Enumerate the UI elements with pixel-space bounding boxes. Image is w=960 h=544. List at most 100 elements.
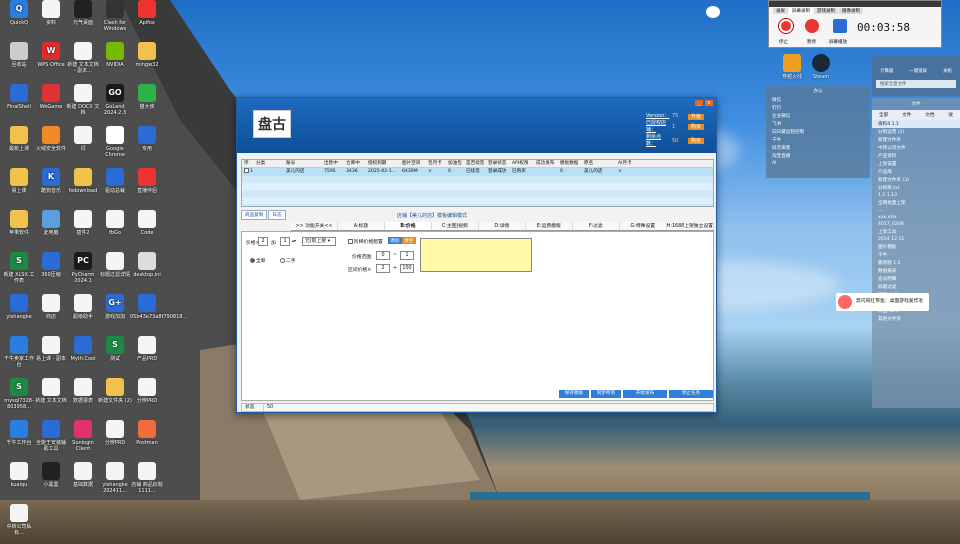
group-item[interactable]: 抖音来客	[766, 144, 870, 152]
desktop-icon[interactable]: 回收站	[2, 42, 36, 68]
recorder-tab[interactable]: 屏幕录制	[789, 8, 813, 14]
desktop-icon[interactable]: WeGame	[34, 84, 68, 110]
buy-points-button[interactable]: 购买	[687, 138, 704, 144]
desktop-icon[interactable]: 专用	[130, 126, 164, 152]
file-item[interactable]: 分销运营 (2)	[872, 128, 960, 136]
radio-used[interactable]: 二手	[280, 257, 296, 264]
desktop-icon[interactable]: 火绒安全软件	[34, 126, 68, 152]
price-ladder-list[interactable]	[420, 238, 532, 272]
column-header[interactable]: 加油包	[446, 160, 464, 167]
desktop-icon[interactable]: 词	[66, 126, 100, 152]
file-item[interactable]: 数据报表	[872, 267, 960, 275]
desktop-icon[interactable]: 元气桌面	[66, 0, 100, 26]
desktop-icon[interactable]: 新建文件夹 (2)	[98, 378, 132, 404]
column-header[interactable]: 图片空间	[400, 160, 426, 167]
file-item[interactable]: ...	[872, 207, 960, 214]
column-header[interactable]: 账号	[284, 160, 322, 167]
settings-tab[interactable]: G:特殊设置	[620, 222, 667, 230]
desktop-icon[interactable]: PC PyCharm 2024.1	[66, 252, 100, 284]
desktop-icon[interactable]: 标题过滤详情	[98, 252, 132, 278]
desktop-icon[interactable]: kuaiqu	[2, 462, 36, 488]
desktop-icon[interactable]: Clash for Windows	[98, 0, 132, 32]
stepper-icon[interactable]: ▴▾	[292, 238, 296, 243]
desktop-icon[interactable]: yishangke	[2, 294, 36, 320]
file-item[interactable]: 新建文件夹	[872, 136, 960, 144]
desktop-icon[interactable]: 小黑盒	[34, 462, 68, 488]
file-item[interactable]: 标题过滤	[872, 283, 960, 291]
desktop-icon[interactable]: Google Chrome	[98, 126, 132, 158]
desktop-icon[interactable]: 驱动总裁	[98, 168, 132, 194]
upgrade-button[interactable]: 升级	[687, 113, 704, 120]
screen-play-icon[interactable]	[833, 19, 847, 33]
desktop-icon[interactable]: G+ 游戏加加	[98, 294, 132, 320]
tab-doc[interactable]: 文档	[925, 112, 934, 118]
file-item[interactable]: 资料4.1.1	[872, 120, 960, 128]
file-item[interactable]: 新建文件夹 (3)	[872, 176, 960, 184]
column-header[interactable]: 分类	[254, 160, 284, 167]
range-to-input[interactable]: 1	[400, 251, 414, 260]
file-item[interactable]: 中转公司文件	[872, 144, 960, 152]
column-header[interactable]: 出售中	[322, 160, 344, 167]
desktop-icon[interactable]: Postman	[130, 420, 164, 446]
add-button[interactable]: 添加	[388, 237, 402, 244]
desktop-icon[interactable]: 中转公司私有...	[2, 504, 36, 536]
settings-tab[interactable]: F:过滤	[573, 222, 620, 230]
desktop-icon[interactable]: 商店	[34, 294, 68, 320]
file-item[interactable]: 产品资料	[872, 152, 960, 160]
group-item[interactable]: 微信	[766, 96, 870, 104]
desktop-icon[interactable]: GO GoLand 2024.2.3	[98, 84, 132, 116]
group-item[interactable]: 向日葵远程控制	[766, 128, 870, 136]
settings-tab[interactable]: H:1688上架独立设置	[667, 222, 714, 230]
buy-shops-button[interactable]: 购买	[687, 124, 704, 130]
table-row[interactable]: 1 美儿的店 7595 3436 2025-02-1... 6439M × 0 已续签 登录成功已…	[242, 168, 713, 176]
recorder-tab[interactable]: 录屏	[773, 8, 788, 14]
column-header[interactable]: 登录状态	[486, 160, 510, 167]
desktop-icon[interactable]: 资料	[34, 0, 68, 26]
column-header[interactable]: 仓库中	[344, 160, 366, 167]
desktop-icon[interactable]: Myth.Cool	[66, 336, 100, 362]
desktop-icon[interactable]: mingw32	[130, 42, 164, 68]
desktop-icon[interactable]: 产品PRD	[130, 336, 164, 362]
file-item[interactable]: 其他文件夹	[872, 315, 960, 323]
group-item[interactable]: 飞书	[766, 120, 870, 128]
desktop-icon[interactable]: yishangke 202411...	[98, 462, 132, 494]
file-item[interactable]: 最新版 1.5	[872, 259, 960, 267]
desktop-icon[interactable]: 新建 文本文档 - 副本...	[66, 42, 100, 74]
desktop-icon[interactable]: NVIDIA	[98, 42, 132, 68]
desktop-icon[interactable]: 05b43e73a8f790818...	[130, 294, 187, 320]
desktop-icon[interactable]: 分辨PRD	[130, 378, 164, 404]
desktop-icon[interactable]: 猫大侠	[130, 84, 164, 110]
column-header[interactable]: 模板数据	[558, 160, 582, 167]
settings-tab[interactable]: C:主图|视频	[432, 222, 479, 230]
group-item[interactable]: 钉钉	[766, 104, 870, 112]
file-item[interactable]: 上架设置	[872, 160, 960, 168]
file-item[interactable]: 上架工具	[872, 228, 960, 236]
column-header[interactable]: 原名	[582, 160, 616, 167]
desktop-icon[interactable]: W WPS Office	[34, 42, 68, 68]
group-item[interactable]: 企业微信	[766, 112, 870, 120]
save-template-button[interactable]: 保存模板	[559, 390, 589, 398]
desktop-icon[interactable]: desktop.ini	[130, 252, 164, 278]
pause-icon[interactable]	[805, 19, 819, 33]
desktop-icon[interactable]: 千牛工作台	[2, 420, 36, 446]
tool-item[interactable]: 关机	[943, 68, 952, 74]
settings-tab[interactable]: A:标题	[338, 222, 385, 230]
start-publish-button[interactable]: 开始发布	[623, 390, 667, 398]
file-item[interactable]: 全网批量上架	[872, 199, 960, 207]
file-item[interactable]: 会员明细	[872, 275, 960, 283]
desktop-icon[interactable]: FinalShell	[2, 84, 36, 110]
settings-tab[interactable]: B:价格	[384, 222, 432, 230]
file-item[interactable]: 千牛	[872, 251, 960, 259]
ladder-mult-input[interactable]: 2	[376, 264, 390, 273]
file-item[interactable]: 图片模板	[872, 243, 960, 251]
row-checkbox[interactable]	[244, 168, 249, 173]
desktop-icon[interactable]: S 新建 XLSX 工作表	[2, 252, 36, 284]
column-header[interactable]: 成功发布	[534, 160, 558, 167]
desktop-icon[interactable]: 新建 DOCX 文档	[66, 84, 100, 116]
desktop-icon[interactable]: 全能王安装辅助工具	[34, 420, 68, 452]
desktop-icon[interactable]: 分辨PRD	[98, 420, 132, 446]
column-header[interactable]: 是否续签	[464, 160, 486, 167]
price-mult-input[interactable]: 2	[258, 237, 268, 246]
desktop-icon[interactable]: 直播伴侣	[130, 168, 164, 194]
disk-search-input[interactable]: 搜索全盘文件	[876, 80, 956, 88]
